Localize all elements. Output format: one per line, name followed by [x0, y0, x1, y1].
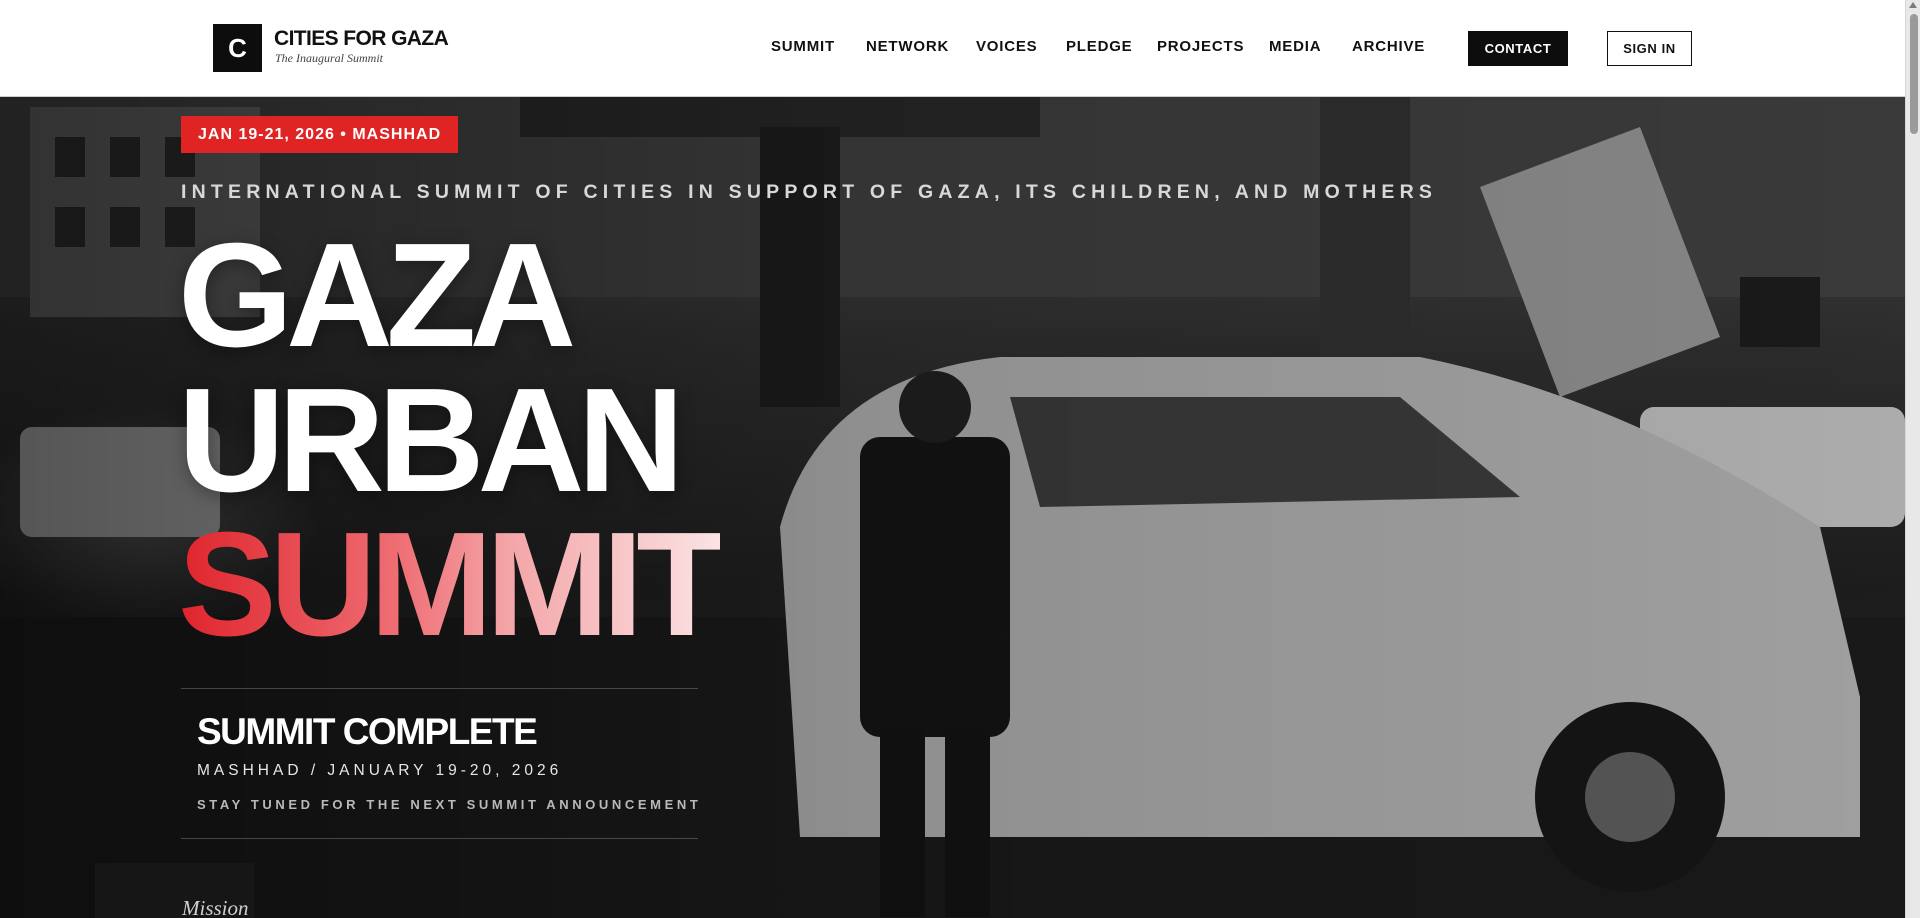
date-badge: JAN 19-21, 2026 • MASHHAD — [181, 116, 459, 153]
hero-kicker: INTERNATIONAL SUMMIT OF CITIES IN SUPPOR… — [181, 181, 1438, 203]
status-date: MASHHAD / JANUARY 19-20, 2026 — [197, 762, 563, 779]
mission-label: Mission — [182, 896, 249, 918]
status-note: STAY TUNED FOR THE NEXT SUMMIT ANNOUNCEM… — [197, 797, 702, 812]
headline-line-1: GAZA — [178, 213, 576, 378]
site-header: C CITIES FOR GAZA The Inaugural Summit S… — [0, 0, 1905, 97]
nav-pledge[interactable]: PLEDGE — [1066, 38, 1132, 55]
hero-section: JAN 19-21, 2026 • MASHHAD INTERNATIONAL … — [0, 97, 1905, 918]
status-title: SUMMIT COMPLETE — [197, 711, 538, 752]
logo-mark[interactable]: C — [213, 24, 262, 72]
nav-projects[interactable]: PROJECTS — [1157, 38, 1244, 55]
headline-line-3: SUMMIT — [178, 502, 727, 667]
headline-line-2: URBAN — [178, 358, 684, 523]
nav-archive[interactable]: ARCHIVE — [1352, 38, 1425, 55]
logo-letter: C — [228, 32, 247, 63]
nav-summit[interactable]: SUMMIT — [771, 38, 835, 55]
page-scrollbar[interactable] — [1905, 0, 1920, 918]
nav-voices[interactable]: VOICES — [976, 38, 1037, 55]
sign-in-button[interactable]: SIGN IN — [1607, 31, 1692, 66]
contact-button[interactable]: CONTACT — [1468, 31, 1568, 66]
brand-subtitle: The Inaugural Summit — [275, 51, 383, 65]
scroll-up-icon[interactable] — [1909, 2, 1917, 8]
nav-network[interactable]: NETWORK — [866, 38, 949, 55]
nav-media[interactable]: MEDIA — [1269, 38, 1321, 55]
brand-title[interactable]: CITIES FOR GAZA — [274, 27, 449, 51]
scroll-thumb[interactable] — [1910, 14, 1918, 134]
summit-status-panel: SUMMIT COMPLETE MASHHAD / JANUARY 19-20,… — [181, 688, 698, 839]
